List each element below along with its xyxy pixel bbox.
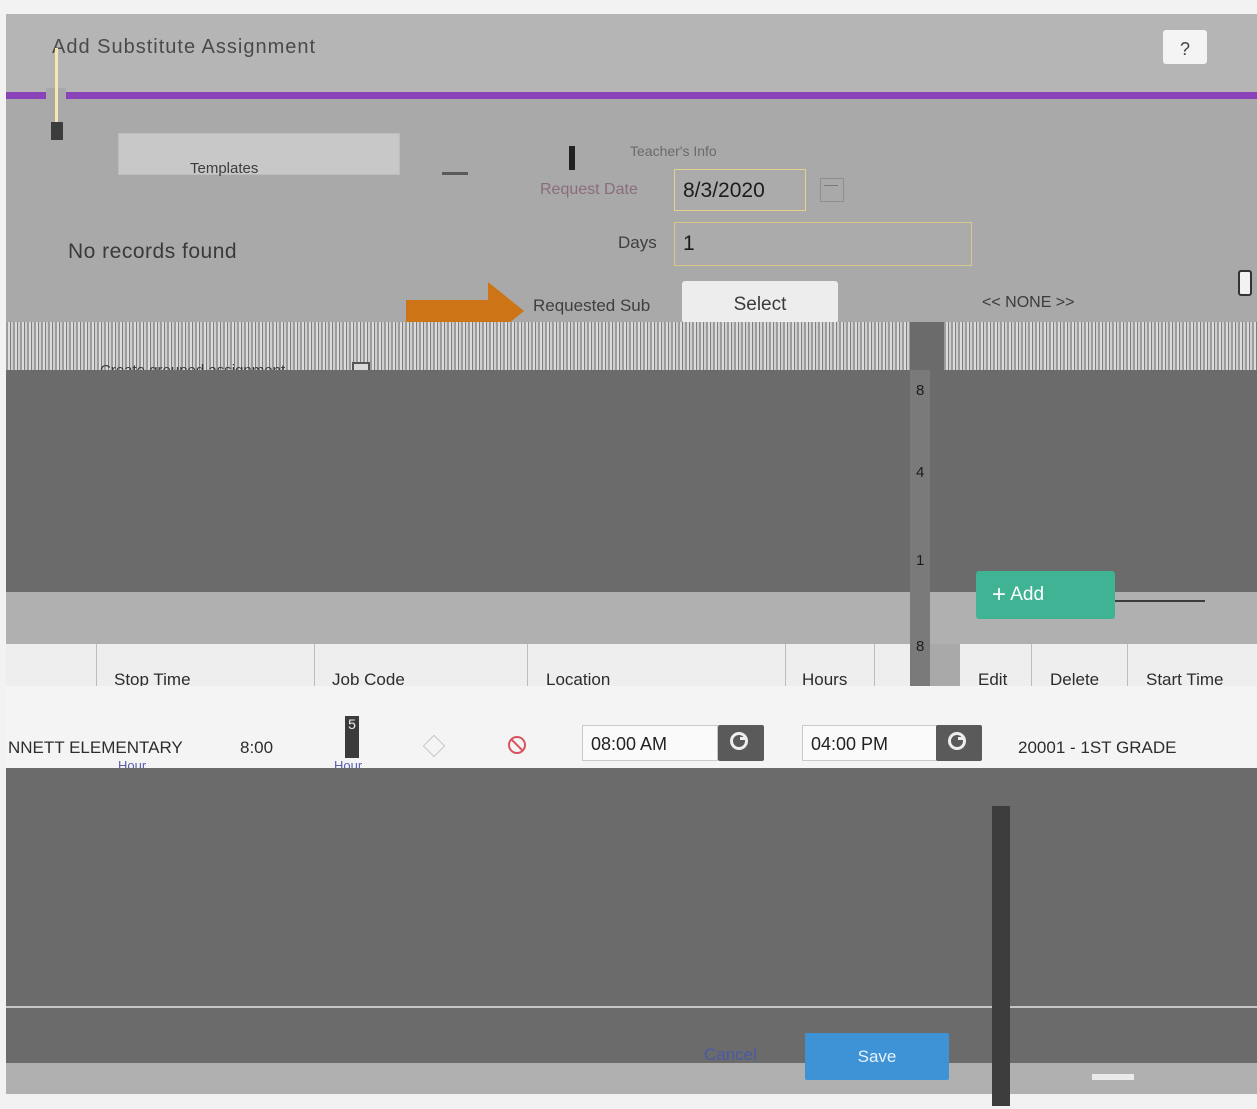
vertical-rule <box>992 806 1010 1106</box>
footer-mark <box>1092 1074 1134 1080</box>
days-input[interactable]: 1 <box>674 222 972 266</box>
save-button[interactable]: Save <box>805 1033 949 1080</box>
cell-location: NNETT ELEMENTARY <box>8 738 183 757</box>
scroll-handle[interactable] <box>1238 270 1252 296</box>
days-label: Days <box>618 233 657 252</box>
add-row-button[interactable]: + Add <box>976 571 1115 619</box>
row-marker: 5 <box>345 716 359 758</box>
accent-divider <box>6 92 1257 99</box>
dialog-title: Add Substitute Assignment <box>52 36 317 58</box>
plus-icon: + <box>992 581 1007 608</box>
side-number: 1 <box>916 552 925 569</box>
requested-sub-value: << NONE >> <box>982 294 1075 311</box>
side-number: 8 <box>916 382 925 399</box>
dialog-footer <box>6 1008 1257 1063</box>
content-panel <box>6 370 910 592</box>
annotation-marker <box>51 122 63 140</box>
section-header: Teacher's Info <box>630 143 717 159</box>
cell-stop-time: 8:00 <box>240 738 274 757</box>
section-marker <box>569 146 575 170</box>
templates-divider <box>442 172 468 175</box>
side-number: 4 <box>916 464 925 481</box>
side-number: 8 <box>916 638 925 655</box>
content-panel-right <box>930 370 1257 592</box>
lower-panel <box>6 768 1257 1006</box>
add-label: Add <box>1010 584 1045 605</box>
column-divider <box>1031 644 1032 686</box>
column-divider <box>314 644 315 686</box>
clock-icon[interactable] <box>718 725 764 761</box>
clock-icon[interactable] <box>936 725 982 761</box>
column-divider <box>1127 644 1128 686</box>
requested-sub-label: Requested Sub <box>533 296 651 315</box>
column-divider <box>874 644 875 686</box>
dialog-footer-bottom <box>6 1063 1257 1094</box>
request-date-label: Request Date <box>540 181 638 198</box>
column-divider <box>96 644 97 686</box>
strip-gap <box>910 322 944 370</box>
stop-time-input[interactable]: 04:00 PM <box>802 725 938 761</box>
calendar-icon[interactable] <box>820 178 844 202</box>
column-divider <box>785 644 786 686</box>
request-date-input[interactable]: 8/3/2020 <box>674 169 806 211</box>
cancel-button[interactable]: Cancel <box>704 1045 757 1065</box>
grid-toolbar <box>6 592 910 644</box>
add-underline <box>1115 600 1205 602</box>
start-time-input[interactable]: 08:00 AM <box>582 725 718 761</box>
templates-label: Templates <box>190 160 259 177</box>
column-divider <box>527 644 528 686</box>
templates-dropdown[interactable] <box>118 133 400 175</box>
cell-job-code: 20001 - 1ST GRADE <box>1018 738 1177 757</box>
delete-icon[interactable] <box>508 736 526 754</box>
templates-empty-message: No records found <box>68 240 238 263</box>
select-sub-button[interactable]: Select <box>682 281 838 323</box>
help-button[interactable]: ? <box>1163 30 1207 64</box>
